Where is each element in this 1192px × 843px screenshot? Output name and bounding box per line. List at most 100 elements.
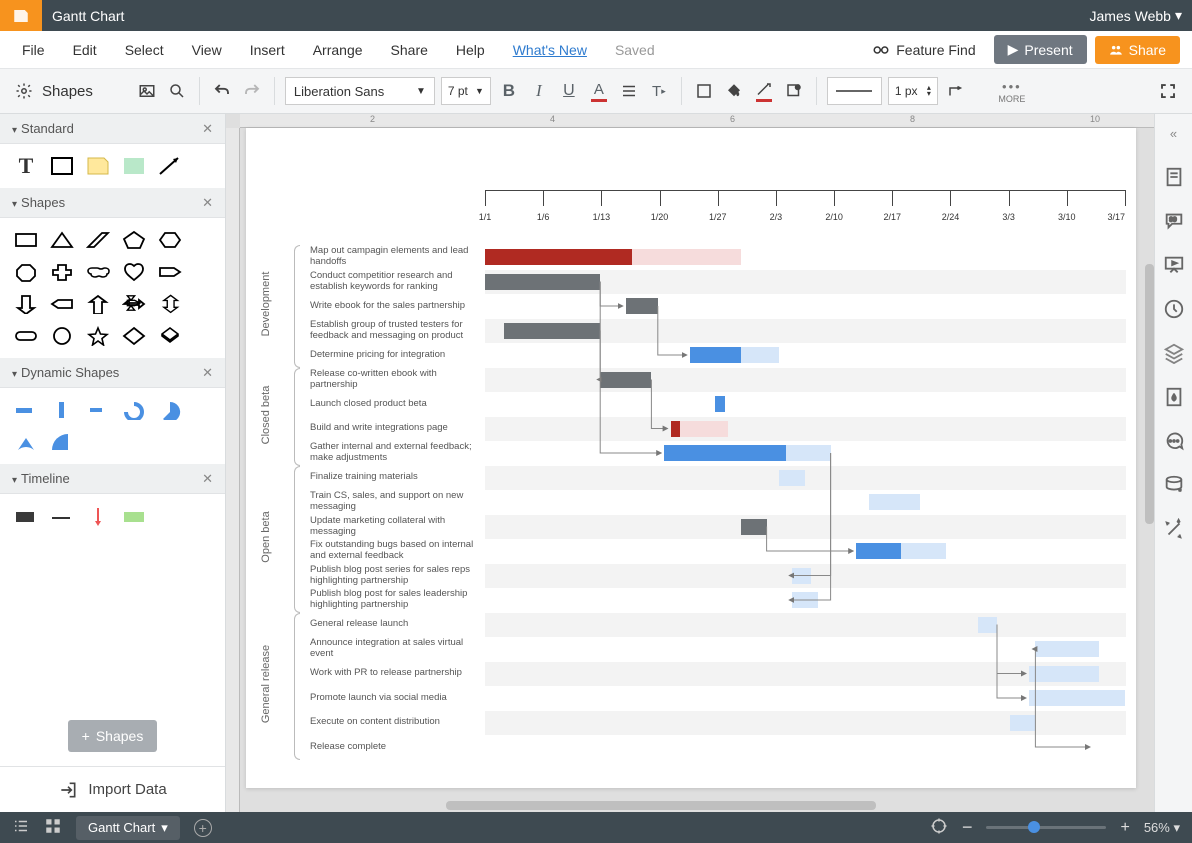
gantt-bar[interactable] xyxy=(632,249,741,265)
shape-item[interactable] xyxy=(48,324,76,348)
font-family-select[interactable]: Liberation Sans ▼ xyxy=(285,77,435,105)
line-style-select[interactable] xyxy=(827,77,882,105)
menu-select[interactable]: Select xyxy=(115,38,174,62)
dyn-arc-shape[interactable] xyxy=(120,398,148,422)
menu-file[interactable]: File xyxy=(12,38,55,62)
gantt-bar[interactable] xyxy=(671,421,681,437)
note-shape[interactable] xyxy=(84,154,112,178)
list-view-button[interactable] xyxy=(12,817,30,838)
dyn-pie-shape[interactable] xyxy=(156,398,184,422)
dyn-wedge-shape[interactable] xyxy=(12,430,40,454)
gantt-bar[interactable] xyxy=(680,421,728,437)
shape-item[interactable] xyxy=(120,324,148,348)
shape-item[interactable] xyxy=(12,260,40,284)
gantt-bar[interactable] xyxy=(741,347,779,363)
section-shapes[interactable]: ▾Shapes ✕ xyxy=(0,188,225,218)
underline-button[interactable]: U xyxy=(557,79,581,103)
shape-item[interactable] xyxy=(120,260,148,284)
zoom-level[interactable]: 56% ▾ xyxy=(1144,820,1180,836)
gantt-bar[interactable] xyxy=(1029,666,1099,682)
feature-find[interactable]: Feature Find xyxy=(872,41,975,59)
line-shape[interactable] xyxy=(156,154,184,178)
section-timeline[interactable]: ▾Timeline ✕ xyxy=(0,464,225,494)
tl-milestone-shape[interactable] xyxy=(84,504,112,528)
gantt-bar[interactable] xyxy=(786,445,831,461)
dyn-bar-shape[interactable] xyxy=(12,398,40,422)
layers-panel-icon[interactable] xyxy=(1163,342,1185,364)
fullscreen-button[interactable] xyxy=(1156,79,1180,103)
shape-options-button[interactable] xyxy=(782,79,806,103)
gantt-bar[interactable] xyxy=(626,298,658,314)
scrollbar-vertical[interactable] xyxy=(1145,264,1154,524)
shape-item[interactable] xyxy=(120,292,148,316)
gantt-bar[interactable] xyxy=(664,445,786,461)
menu-whats-new[interactable]: What's New xyxy=(503,38,597,62)
text-options-button[interactable]: T▸ xyxy=(647,79,671,103)
section-standard[interactable]: ▾Standard ✕ xyxy=(0,114,225,144)
document-page[interactable]: 1/11/61/131/201/272/32/102/172/243/33/10… xyxy=(246,128,1136,788)
document-title[interactable]: Gantt Chart xyxy=(52,8,124,24)
theme-panel-icon[interactable] xyxy=(1163,386,1185,408)
shape-item[interactable] xyxy=(120,228,148,252)
gantt-bar[interactable] xyxy=(978,617,997,633)
shape-item[interactable] xyxy=(12,292,40,316)
gantt-bar[interactable] xyxy=(901,543,946,559)
gantt-bar[interactable] xyxy=(792,568,811,584)
zoom-in-button[interactable]: + xyxy=(1120,819,1129,837)
data-panel-icon[interactable] xyxy=(1163,474,1185,496)
gantt-bar[interactable] xyxy=(690,347,741,363)
grid-view-button[interactable] xyxy=(44,817,62,838)
shape-item[interactable] xyxy=(84,228,112,252)
target-icon[interactable] xyxy=(930,817,948,838)
dyn-quarter-shape[interactable] xyxy=(48,430,76,454)
scrollbar-horizontal[interactable] xyxy=(446,801,876,810)
menu-view[interactable]: View xyxy=(182,38,232,62)
shape-item[interactable] xyxy=(156,228,184,252)
tl-line-shape[interactable] xyxy=(48,504,76,528)
add-page-button[interactable]: + xyxy=(194,819,212,837)
shape-item[interactable] xyxy=(84,292,112,316)
italic-button[interactable]: I xyxy=(527,79,551,103)
gantt-bar[interactable] xyxy=(485,274,600,290)
font-size-select[interactable]: 7 pt ▼ xyxy=(441,77,491,105)
present-panel-icon[interactable] xyxy=(1163,254,1185,276)
gantt-bar[interactable] xyxy=(856,543,901,559)
fill-color-button[interactable] xyxy=(722,79,746,103)
share-button[interactable]: Share xyxy=(1095,36,1180,64)
dyn-small-bar-shape[interactable] xyxy=(84,398,112,422)
hotspot-shape[interactable] xyxy=(120,154,148,178)
comment-panel-icon[interactable]: 99 xyxy=(1163,210,1185,232)
menu-insert[interactable]: Insert xyxy=(240,38,295,62)
section-dynamic[interactable]: ▾Dynamic Shapes ✕ xyxy=(0,358,225,388)
zoom-knob[interactable] xyxy=(1028,821,1040,833)
gantt-bar[interactable] xyxy=(1010,715,1036,731)
document-icon[interactable] xyxy=(0,0,42,31)
shape-item[interactable] xyxy=(48,228,76,252)
gantt-bar[interactable] xyxy=(715,396,725,412)
shape-item[interactable] xyxy=(156,292,184,316)
gantt-bar[interactable] xyxy=(1035,641,1099,657)
gantt-bar[interactable] xyxy=(792,592,818,608)
dyn-vbar-shape[interactable] xyxy=(48,398,76,422)
shape-item[interactable] xyxy=(84,324,112,348)
text-color-button[interactable]: A xyxy=(587,79,611,103)
canvas[interactable]: 246810 1/11/61/131/201/272/32/102/172/24… xyxy=(226,114,1154,812)
gantt-bar[interactable] xyxy=(1029,690,1125,706)
tl-interval-shape[interactable] xyxy=(120,504,148,528)
import-data-button[interactable]: Import Data xyxy=(0,766,225,812)
gantt-bar[interactable] xyxy=(485,249,632,265)
more-button[interactable]: ••• MORE xyxy=(1000,79,1024,103)
menu-share[interactable]: Share xyxy=(381,38,438,62)
line-width-select[interactable]: 1 px ▴▾ xyxy=(888,77,938,105)
gantt-bar[interactable] xyxy=(869,494,920,510)
text-shape[interactable]: T xyxy=(12,154,40,178)
zoom-out-button[interactable]: − xyxy=(962,817,973,838)
block-shape[interactable] xyxy=(48,154,76,178)
shape-outline-button[interactable] xyxy=(692,79,716,103)
line-color-button[interactable] xyxy=(752,79,776,103)
gear-icon[interactable] xyxy=(12,79,36,103)
search-icon[interactable] xyxy=(165,79,189,103)
gantt-bar[interactable] xyxy=(504,323,600,339)
shape-item[interactable] xyxy=(156,324,184,348)
page-tab[interactable]: Gantt Chart ▾ xyxy=(76,816,180,840)
